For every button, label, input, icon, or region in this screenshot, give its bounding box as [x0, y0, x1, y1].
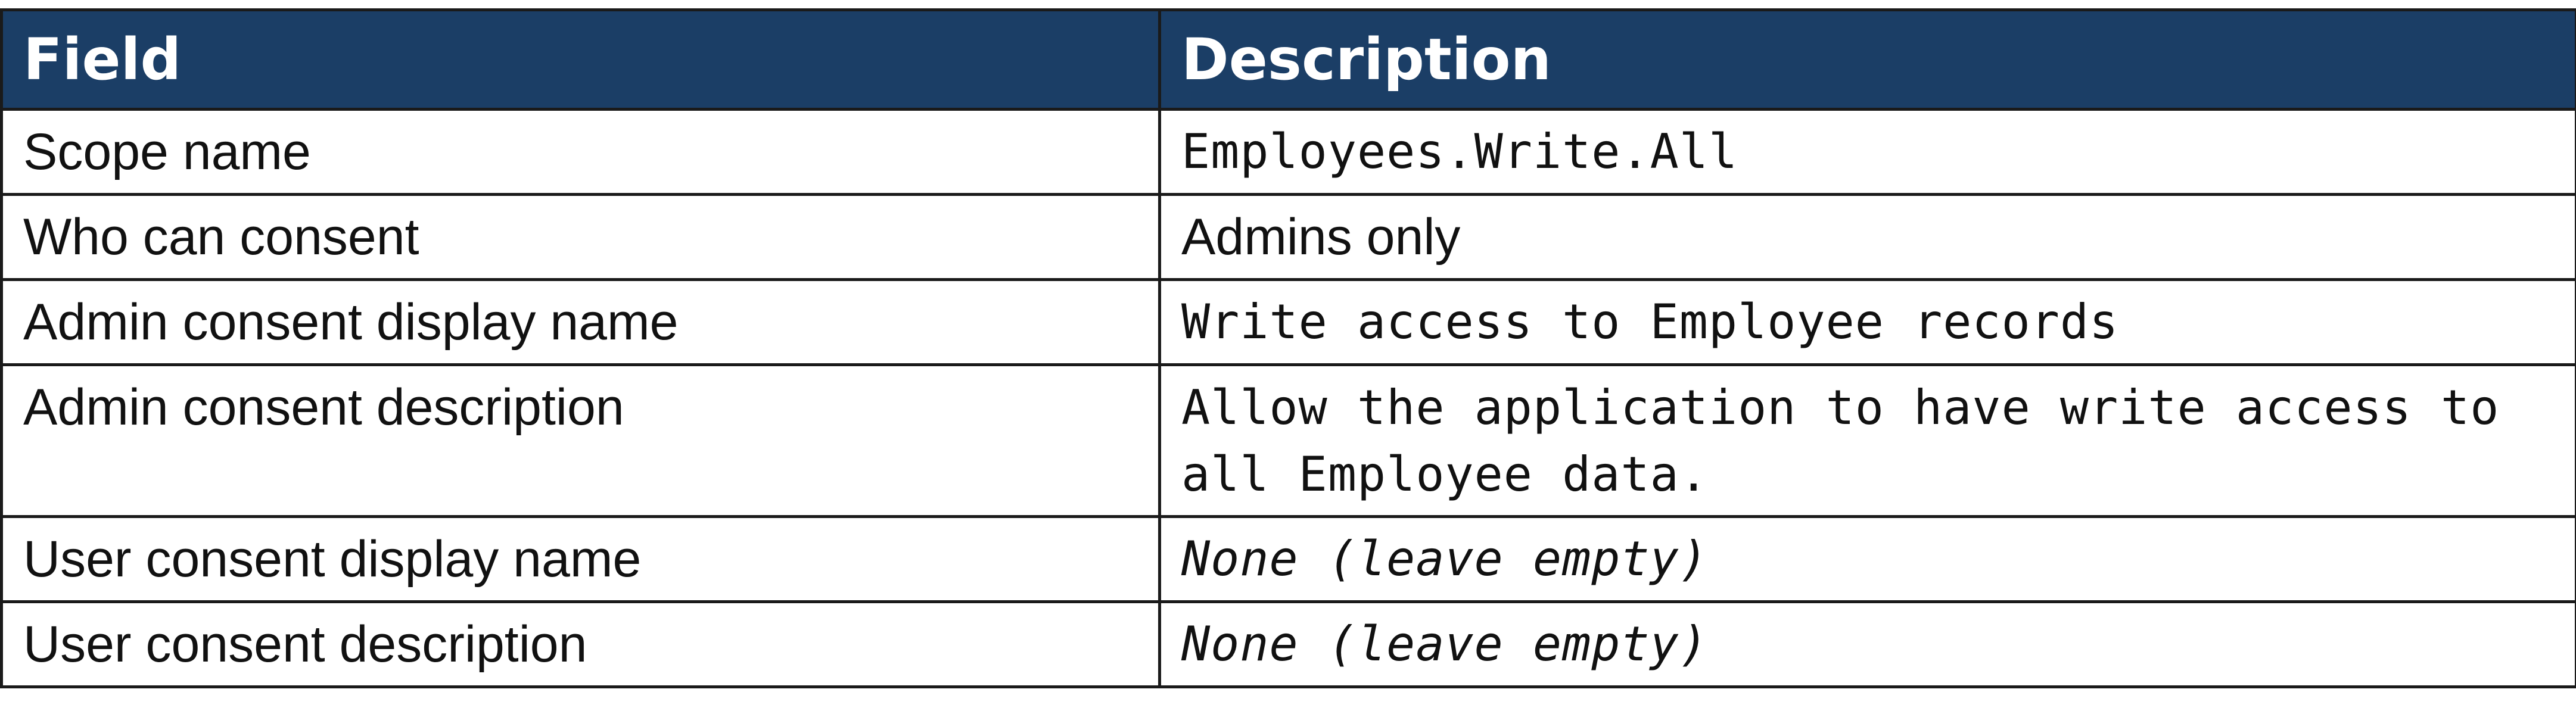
table-row: Who can consent Admins only	[0, 193, 2576, 281]
table-row: Admin consent display name Write access …	[0, 278, 2576, 366]
scope-settings-table: Field Description Scope name Employees.W…	[0, 8, 2576, 688]
scope-settings-table-container: Field Description Scope name Employees.W…	[0, 8, 2576, 688]
field-cell: Who can consent	[0, 193, 1161, 281]
description-cell: Employees.Write.All	[1158, 108, 2576, 196]
field-cell: User consent description	[0, 600, 1161, 688]
field-cell: Admin consent display name	[0, 278, 1161, 366]
column-header-field: Field	[0, 8, 1161, 111]
table-row: Scope name Employees.Write.All	[0, 108, 2576, 196]
table-row: Admin consent description Allow the appl…	[0, 363, 2576, 518]
field-cell: Scope name	[0, 108, 1161, 196]
description-cell: None (leave empty)	[1158, 515, 2576, 603]
description-cell: Write access to Employee records	[1158, 278, 2576, 366]
description-cell: Allow the application to have write acce…	[1158, 363, 2576, 518]
description-cell: None (leave empty)	[1158, 600, 2576, 688]
column-header-description: Description	[1158, 8, 2576, 111]
description-cell: Admins only	[1158, 193, 2576, 281]
field-cell: Admin consent description	[0, 363, 1161, 518]
table-row: User consent description None (leave emp…	[0, 600, 2576, 688]
field-cell: User consent display name	[0, 515, 1161, 603]
table-header-row: Field Description	[0, 8, 2576, 111]
table-row: User consent display name None (leave em…	[0, 515, 2576, 603]
